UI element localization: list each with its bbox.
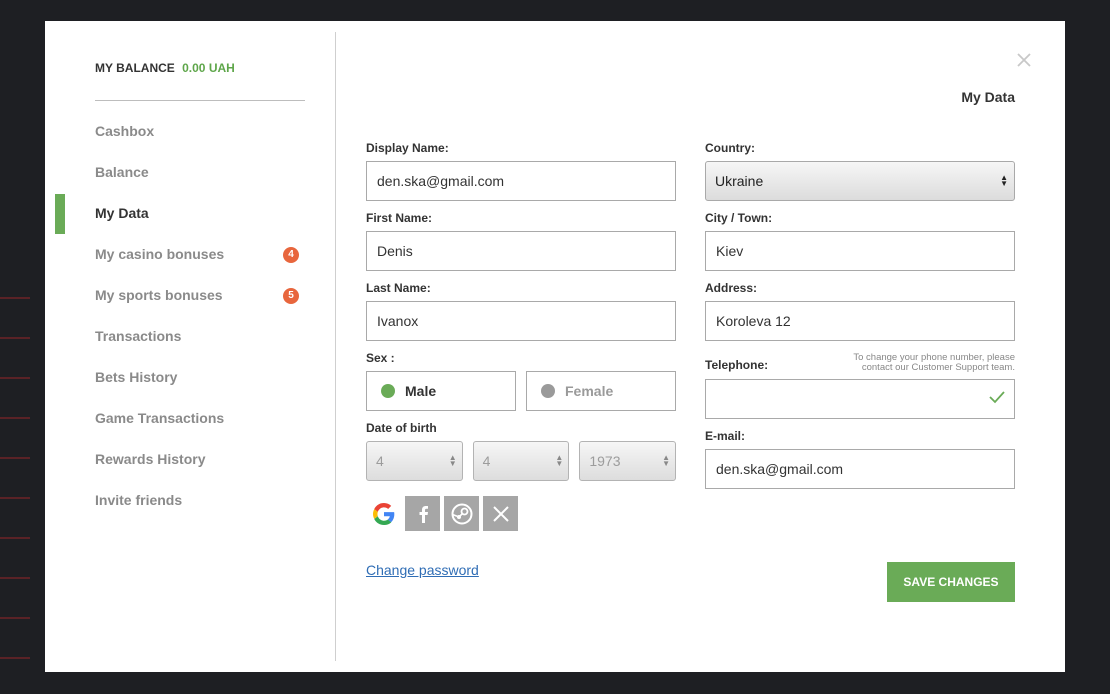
balance-display: MY BALANCE 0.00 UAH: [95, 61, 235, 75]
background-row: [0, 577, 30, 579]
city-label: City / Town:: [705, 211, 773, 225]
sidebar-item-label: Rewards History: [95, 451, 206, 467]
sex-male-radio[interactable]: Male: [366, 371, 516, 411]
telephone-label: Telephone:: [705, 358, 769, 372]
background-row: [0, 537, 30, 539]
background-row: [0, 657, 30, 659]
sidebar-item-game-transactions[interactable]: Game Transactions: [45, 398, 335, 439]
sidebar-item-my-data[interactable]: My Data: [45, 193, 335, 234]
telephone-header: Telephone: To change your phone number, …: [705, 351, 1015, 379]
email-label: E-mail:: [705, 429, 746, 443]
google-icon[interactable]: [366, 496, 401, 531]
display-name-label: Display Name:: [366, 141, 449, 155]
background-row: [0, 377, 30, 379]
sidebar-item-casino-bonuses[interactable]: My casino bonuses 4: [45, 234, 335, 275]
sidebar-item-rewards-history[interactable]: Rewards History: [45, 439, 335, 480]
select-value: Ukraine: [715, 173, 764, 189]
telephone-input[interactable]: [705, 379, 1015, 419]
background-row: [0, 617, 30, 619]
display-name-input[interactable]: den.ska@gmail.com: [366, 161, 676, 201]
select-arrows-icon: ▲ ▼: [1000, 173, 1008, 188]
sex-radio-group: Male Female: [366, 371, 676, 411]
radio-label: Male: [405, 383, 437, 399]
count-badge: 5: [283, 288, 299, 304]
facebook-icon[interactable]: [405, 496, 440, 531]
radio-selected-icon: [381, 384, 395, 398]
first-name-input[interactable]: Denis: [366, 231, 676, 271]
dob-day-select[interactable]: 4 ▲ ▼: [366, 441, 463, 481]
select-arrows-icon: ▲ ▼: [448, 453, 457, 468]
select-arrows-icon: ▲ ▼: [555, 453, 564, 468]
telephone-note: To change your phone number, please cont…: [853, 352, 1015, 373]
dob-label: Date of birth: [366, 421, 437, 435]
count-badge: 4: [283, 247, 299, 263]
dob-month-select[interactable]: 4 ▲ ▼: [472, 441, 570, 481]
form-right-column: Country: Ukraine ▲ ▼ City / Town: Kiev Ad…: [705, 141, 1015, 489]
select-value: 1973: [589, 453, 621, 469]
background-row: [0, 337, 30, 339]
background-row: [0, 497, 30, 499]
steam-icon[interactable]: [444, 496, 479, 531]
sidebar-item-bets-history[interactable]: Bets History: [45, 357, 335, 398]
radio-unselected-icon: [541, 384, 555, 398]
select-value: 4: [482, 453, 491, 469]
background-row: [0, 297, 30, 299]
select-arrows-icon: ▲ ▼: [662, 453, 671, 468]
sidebar-nav: Cashbox Balance My Data My casino bonuse…: [45, 111, 335, 521]
page-title: My Data: [961, 89, 1015, 105]
sidebar-item-label: Cashbox: [95, 123, 155, 139]
city-input[interactable]: Kiev: [705, 231, 1015, 271]
last-name-label: Last Name:: [366, 281, 431, 295]
balance-label: MY BALANCE: [95, 61, 175, 75]
social-links: [366, 496, 676, 531]
sidebar-item-transactions[interactable]: Transactions: [45, 316, 335, 357]
select-value: 4: [376, 453, 384, 469]
sidebar-item-label: My Data: [95, 205, 149, 221]
save-changes-button[interactable]: SAVE CHANGES: [887, 562, 1015, 602]
panel-divider: [335, 32, 336, 661]
sidebar-item-label: Balance: [95, 164, 149, 180]
first-name-label: First Name:: [366, 211, 433, 225]
close-icon[interactable]: [1016, 51, 1032, 71]
sidebar-item-label: My sports bonuses: [95, 287, 223, 303]
sidebar-divider: [95, 100, 305, 101]
sex-female-radio[interactable]: Female: [526, 371, 676, 411]
sidebar: MY BALANCE 0.00 UAH Cashbox Balance My D…: [45, 21, 335, 672]
x-icon[interactable]: [483, 496, 518, 531]
background-row: [0, 457, 30, 459]
balance-amount: 0.00 UAH: [182, 61, 235, 75]
dob-year-select[interactable]: 1973 ▲ ▼: [579, 441, 677, 481]
sidebar-item-label: Transactions: [95, 328, 182, 344]
radio-label: Female: [565, 383, 614, 399]
check-icon: [989, 390, 1005, 409]
address-label: Address:: [705, 281, 758, 295]
email-input[interactable]: den.ska@gmail.com: [705, 449, 1015, 489]
sidebar-item-invite-friends[interactable]: Invite friends: [45, 480, 335, 521]
country-label: Country:: [705, 141, 755, 155]
address-input[interactable]: Koroleva 12: [705, 301, 1015, 341]
last-name-input[interactable]: Ivanox: [366, 301, 676, 341]
form-left-column: Display Name: den.ska@gmail.com First Na…: [366, 141, 677, 531]
background-row: [0, 417, 30, 419]
sidebar-item-label: Game Transactions: [95, 410, 225, 426]
sex-label: Sex :: [366, 351, 395, 365]
change-password-link[interactable]: Change password: [366, 562, 479, 578]
sidebar-item-label: Invite friends: [95, 492, 183, 508]
sidebar-item-cashbox[interactable]: Cashbox: [45, 111, 335, 152]
my-data-modal: MY BALANCE 0.00 UAH Cashbox Balance My D…: [45, 21, 1065, 672]
sidebar-item-balance[interactable]: Balance: [45, 152, 335, 193]
country-select[interactable]: Ukraine ▲ ▼: [705, 161, 1015, 201]
sidebar-item-label: Bets History: [95, 369, 178, 385]
dob-selects: 4 ▲ ▼ 4 ▲ ▼ 1973 ▲ ▼: [366, 441, 677, 481]
sidebar-item-label: My casino bonuses: [95, 246, 225, 262]
sidebar-item-sports-bonuses[interactable]: My sports bonuses 5: [45, 275, 335, 316]
telephone-field-wrap: [705, 379, 1015, 419]
